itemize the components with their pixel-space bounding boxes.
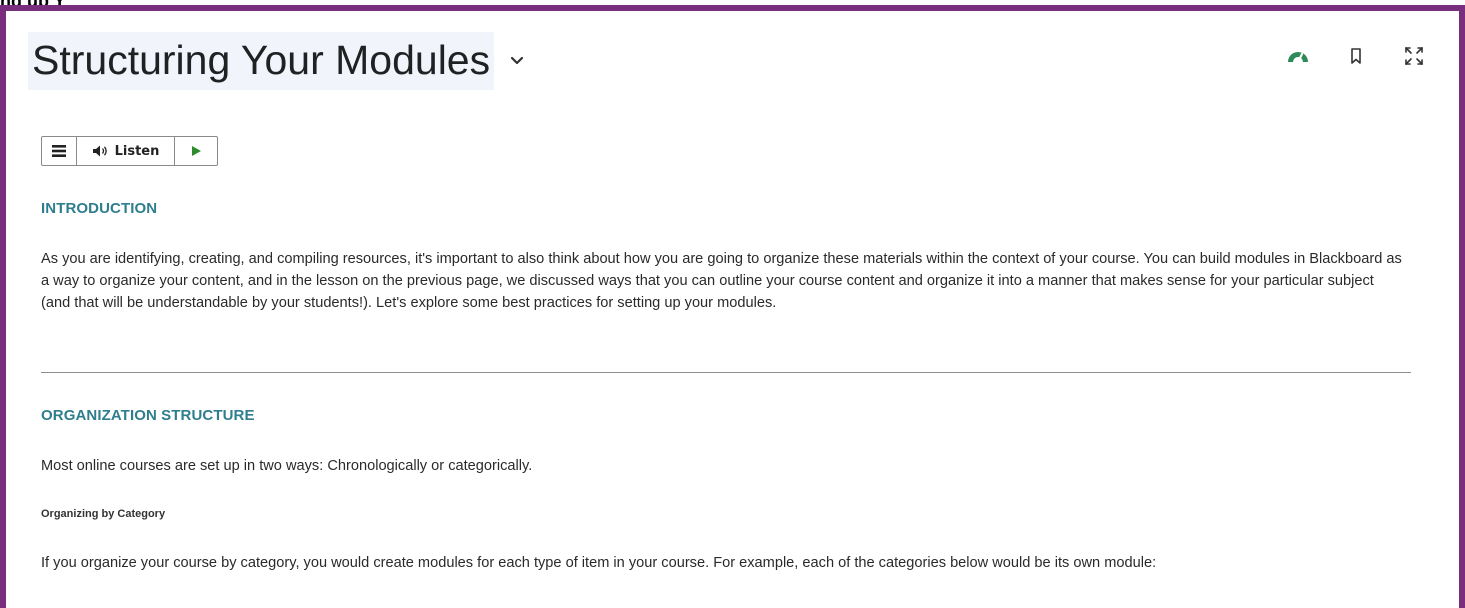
content-frame: Structuring Your Modules Listen INTRODUC… xyxy=(0,5,1465,608)
bookmark-icon xyxy=(1351,48,1361,64)
progress-button[interactable] xyxy=(1269,41,1327,71)
introduction-heading: INTRODUCTION xyxy=(41,200,158,217)
category-paragraph: If you organize your course by category,… xyxy=(41,555,1157,571)
progress-gauge-icon xyxy=(1288,52,1308,64)
organization-structure-heading: ORGANIZATION STRUCTURE xyxy=(41,407,255,424)
chevron-down-icon xyxy=(511,56,524,65)
play-icon xyxy=(192,146,201,156)
organization-paragraph: Most online courses are set up in two wa… xyxy=(41,458,533,474)
fullscreen-button[interactable] xyxy=(1385,41,1443,71)
title-dropdown-button[interactable] xyxy=(506,50,528,72)
menu-icon xyxy=(52,145,66,157)
page-title: Structuring Your Modules xyxy=(28,32,495,90)
readspeaker-menu-button[interactable] xyxy=(42,137,77,165)
category-subheading: Organizing by Category xyxy=(41,508,166,520)
introduction-paragraph: As you are identifying, creating, and co… xyxy=(41,251,1402,311)
fullscreen-icon xyxy=(1405,47,1423,65)
topic-actions xyxy=(1269,41,1443,71)
speaker-icon xyxy=(92,145,107,157)
section-divider xyxy=(41,372,1411,373)
bookmark-button[interactable] xyxy=(1327,41,1385,71)
listen-button[interactable]: Listen xyxy=(77,137,175,165)
play-button[interactable] xyxy=(175,137,217,165)
title-bar: Structuring Your Modules xyxy=(28,31,528,91)
listen-label: Listen xyxy=(114,143,160,159)
readspeaker-bar: Listen xyxy=(41,136,218,166)
